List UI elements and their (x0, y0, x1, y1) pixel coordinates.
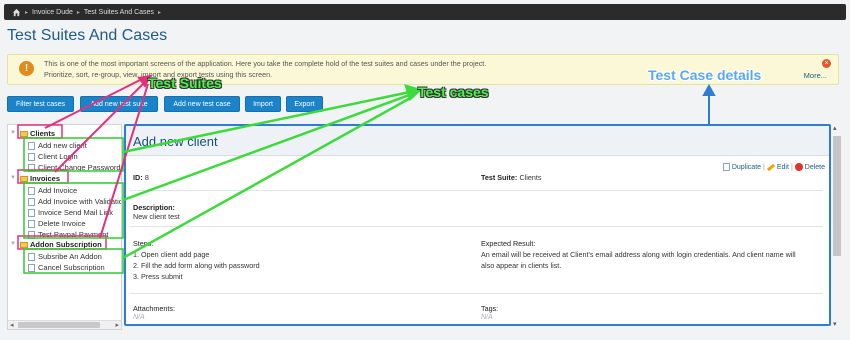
scrollbar-thumb[interactable] (18, 322, 100, 328)
document-icon (28, 186, 35, 195)
pencil-icon[interactable] (766, 163, 775, 171)
add-test-case-button[interactable]: Add new test case (164, 96, 240, 112)
page-title: Test Suites And Cases (7, 27, 168, 44)
scroll-up-icon[interactable]: ▴ (833, 124, 837, 132)
document-icon (28, 208, 35, 217)
scroll-down-icon[interactable]: ▾ (833, 320, 837, 328)
step-item: 2. Fill the add form along with password (133, 261, 260, 270)
banner-line-1: This is one of the most important screen… (44, 59, 487, 68)
scroll-right-icon[interactable]: ▸ (115, 321, 119, 329)
tree-case[interactable]: Test Paypal Payment (28, 230, 108, 239)
filter-test-cases-button[interactable]: Filter test cases (7, 96, 74, 112)
test-cases-annotation: Test cases (418, 84, 489, 100)
collapse-icon[interactable]: ▼ (10, 130, 16, 136)
duplicate-link[interactable]: Duplicate (732, 164, 761, 171)
details-header: Add new client (126, 126, 829, 156)
step-item: 3. Press submit (133, 272, 183, 281)
export-button[interactable]: Export (286, 96, 323, 112)
document-icon (28, 163, 35, 172)
tree-suite-clients[interactable]: Clients (20, 129, 55, 138)
test-suites-annotation: Test Suites (148, 75, 222, 91)
test-suite-tree: ▼ Clients Add new client Client Login Cl… (7, 124, 122, 330)
more-link[interactable]: More... (804, 71, 827, 80)
description-label: Description: (133, 203, 175, 212)
breadcrumb: ▸ Invoice Dude ▸ Test Suites And Cases ▸ (4, 4, 846, 20)
description-value: New client test (133, 212, 180, 221)
breadcrumb-item-current[interactable]: Test Suites And Cases (84, 9, 154, 16)
document-icon (28, 230, 35, 239)
divider (130, 226, 823, 227)
document-icon (28, 263, 35, 272)
steps-label: Steps: (133, 239, 154, 248)
tree-case[interactable]: Invoice Send Mail Link (28, 208, 113, 217)
close-icon[interactable]: × (822, 59, 831, 68)
tags-label: Tags: (481, 304, 499, 313)
expected-result-line: An email will be received at Client's em… (481, 250, 796, 259)
document-icon (28, 252, 35, 261)
test-case-actions: Duplicate | Edit | Delete (722, 163, 825, 171)
test-case-details-annotation: Test Case details (648, 67, 762, 83)
tags-value: N/A (481, 314, 493, 321)
tree-case[interactable]: Add new client (28, 141, 87, 150)
separator: | (763, 163, 765, 171)
folder-icon (20, 241, 28, 248)
chevron-right-icon: ▸ (25, 9, 29, 16)
details-arrow (702, 83, 716, 126)
folder-icon (20, 175, 28, 182)
test-case-details-panel: Add new client Duplicate | Edit | Delete… (124, 124, 831, 326)
delete-icon[interactable] (794, 163, 803, 171)
tree-case[interactable]: Delete Invoice (28, 219, 86, 228)
document-icon (28, 197, 35, 206)
edit-link[interactable]: Edit (777, 164, 789, 171)
divider (130, 293, 823, 294)
tree-case[interactable]: Client Login (28, 152, 78, 161)
folder-icon (20, 130, 28, 137)
tree-case[interactable]: Add Invoice with Validation (28, 197, 121, 206)
horizontal-scrollbar[interactable]: ◂ ▸ (8, 320, 121, 329)
document-icon (28, 141, 35, 150)
vertical-scrollbar[interactable]: ▴ ▾ (831, 124, 843, 328)
step-item: 1. Open client add page (133, 250, 210, 259)
tree-case[interactable]: Cancel Subscription (28, 263, 105, 272)
warning-icon: ! (19, 61, 34, 76)
chevron-right-icon: ▸ (157, 9, 161, 16)
attachments-label: Attachments: (133, 304, 175, 313)
tree-case[interactable]: Add Invoice (28, 186, 77, 195)
home-icon[interactable] (12, 8, 21, 17)
import-button[interactable]: Import (245, 96, 281, 112)
add-test-suite-button[interactable]: Add new test suite (80, 96, 158, 112)
attachments-value: N/A (133, 314, 145, 321)
document-icon (28, 152, 35, 161)
collapse-icon[interactable]: ▼ (10, 241, 16, 247)
duplicate-icon[interactable] (722, 163, 730, 171)
tree-case[interactable]: Client Change Password (28, 163, 121, 172)
test-case-title: Add new client (133, 134, 218, 149)
delete-link[interactable]: Delete (805, 164, 825, 171)
separator: | (790, 163, 793, 171)
collapse-icon[interactable]: ▼ (10, 175, 16, 181)
tree-suite-addon-subscription[interactable]: Addon Subscription (20, 240, 102, 249)
expected-result-label: Expected Result: (481, 239, 536, 248)
scroll-left-icon[interactable]: ◂ (10, 321, 14, 329)
tree-suite-invoices[interactable]: Invoices (20, 174, 60, 183)
breadcrumb-item-project[interactable]: Invoice Dude (32, 9, 73, 16)
test-suite-field: Test Suite: Clients (481, 173, 542, 182)
document-icon (28, 219, 35, 228)
divider (130, 190, 823, 191)
scrollbar-thumb[interactable] (833, 136, 841, 256)
chevron-right-icon: ▸ (76, 9, 80, 16)
expected-result-line: also appear in clients list. (481, 261, 562, 270)
id-field: ID: 8 (133, 173, 149, 182)
tree-case[interactable]: Subsribe An Addon (28, 252, 102, 261)
